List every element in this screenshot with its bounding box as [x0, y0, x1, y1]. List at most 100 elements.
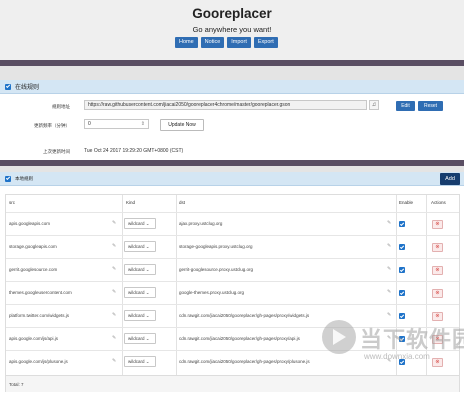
rule-src: apis.google.com/js/plusone.js [9, 359, 68, 364]
table-row: apis.googleapis.com ✎ wildcard ⌄ ajax.pr… [6, 212, 459, 235]
enable-checkbox[interactable] [399, 290, 405, 296]
edit-pencil-icon[interactable]: ✎ [387, 266, 391, 272]
rule-dst: storage-googleapis.proxy.ustclug.org [179, 244, 253, 249]
rule-src: platform.twitter.com/widgets.js [9, 313, 70, 318]
enable-checkbox[interactable] [399, 244, 405, 250]
enable-checkbox[interactable] [399, 221, 405, 227]
rule-src: gerrit.googlesource.com [9, 267, 58, 272]
kind-value: wildcard [128, 267, 145, 272]
delete-icon[interactable]: ⊗ [432, 358, 443, 367]
kind-value: wildcard [128, 336, 145, 341]
delete-icon[interactable]: ⊗ [432, 312, 443, 321]
table-row: gerrit.googlesource.com ✎ wildcard ⌄ ger… [6, 258, 459, 281]
column-header-kind: Kind [126, 200, 136, 205]
local-rules-checkbox[interactable] [5, 175, 11, 182]
rule-src: apis.googleapis.com [9, 221, 51, 226]
nav-import-button[interactable]: Import [227, 37, 251, 48]
kind-value: wildcard [128, 221, 145, 226]
rule-url-label: 规则地址 [52, 104, 70, 109]
edit-pencil-icon[interactable]: ✎ [387, 220, 391, 226]
add-rule-button[interactable]: Add [440, 173, 460, 185]
table-row: storage.googleapis.com ✎ wildcard ⌄ stor… [6, 235, 459, 258]
nav-home-button[interactable]: Home [175, 37, 198, 48]
app-header: Gooreplacer Go anywhere you want! Home N… [0, 0, 464, 60]
freq-label: 更新频率（分钟） [34, 123, 70, 128]
online-rules-header: 在线规则 [0, 80, 464, 94]
online-rules-checkbox[interactable] [5, 83, 11, 90]
delete-icon[interactable]: ⊗ [432, 289, 443, 298]
rule-src: storage.googleapis.com [9, 244, 57, 249]
edit-pencil-icon[interactable]: ✎ [112, 220, 116, 226]
kind-value: wildcard [128, 359, 145, 364]
rule-src: themes.googleusercontent.com [9, 290, 72, 295]
edit-pencil-icon[interactable]: ✎ [112, 358, 116, 364]
kind-select[interactable]: wildcard ⌄ [124, 356, 156, 367]
kind-value: wildcard [128, 290, 145, 295]
rule-dst: google-themes.proxy.ustclug.org [179, 290, 244, 295]
chevron-down-icon: ⌄ [145, 336, 150, 341]
edit-pencil-icon[interactable]: ✎ [112, 312, 116, 318]
rule-dst: gerrit-googlesource.proxy.ustclug.org [179, 267, 253, 272]
freq-value: 0 [88, 121, 91, 127]
enable-checkbox[interactable] [399, 267, 405, 273]
last-update-label: 上次更新时间 [43, 149, 70, 154]
kind-select[interactable]: wildcard ⌄ [124, 310, 156, 321]
kind-value: wildcard [128, 244, 145, 249]
enable-checkbox[interactable] [399, 313, 405, 319]
reset-button[interactable]: Reset [418, 101, 443, 111]
kind-select[interactable]: wildcard ⌄ [124, 264, 156, 275]
local-rules-title: 本地规则 [15, 175, 33, 181]
chevron-down-icon: ⌄ [145, 221, 150, 226]
delete-icon[interactable]: ⊗ [432, 243, 443, 252]
watermark-text: 当下软件园 [360, 327, 464, 352]
chevron-down-icon: ⌄ [145, 290, 150, 295]
update-now-button[interactable]: Update Now [160, 119, 204, 131]
delete-icon[interactable]: ⊗ [432, 220, 443, 229]
edit-pencil-icon[interactable]: ✎ [387, 243, 391, 249]
app-title: Gooreplacer [192, 6, 272, 21]
app-subtitle: Go anywhere you want! [192, 25, 272, 34]
edit-pencil-icon[interactable]: ✎ [112, 266, 116, 272]
rule-dst: cdn.rawgit.com/jiacai2050/gooreplacer/gh… [179, 359, 310, 364]
rule-dst: cdn.rawgit.com/jiacai2050/gooreplacer/gh… [179, 313, 310, 318]
chevron-down-icon: ⌄ [145, 244, 150, 249]
column-header-src: src [9, 200, 15, 205]
chevron-down-icon: ⌄ [145, 313, 150, 318]
edit-pencil-icon[interactable]: ✎ [112, 289, 116, 295]
chevron-down-icon: ⌄ [145, 359, 150, 364]
last-update-value: Tue Oct 24 2017 19:29:20 GMT+0800 (CST) [84, 148, 184, 154]
table-row: themes.googleusercontent.com ✎ wildcard … [6, 281, 459, 304]
edit-pencil-icon[interactable]: ✎ [387, 312, 391, 318]
watermark-url: www.downxia.com [364, 352, 430, 361]
edit-pencil-icon[interactable]: ✎ [387, 289, 391, 295]
chevron-down-icon: ⌄ [145, 267, 150, 272]
local-rules-header: 本地规则 [0, 172, 464, 186]
section-spacer [0, 66, 464, 80]
kind-select[interactable]: wildcard ⌄ [124, 241, 156, 252]
column-header-enable: Enable [399, 200, 414, 205]
watermark-play-logo-icon [322, 320, 356, 354]
kind-value: wildcard [128, 313, 145, 318]
table-footer: Total: 7 [6, 375, 459, 392]
freq-select[interactable]: 0 ⇕ [84, 119, 149, 129]
kind-select[interactable]: wildcard ⌄ [124, 333, 156, 344]
rules-table: src Kind dst Enable Actions apis.googlea… [5, 194, 460, 392]
music-note-icon[interactable]: ♫ [369, 100, 379, 110]
nav-notice-button[interactable]: Notice [200, 37, 225, 48]
total-count: Total: 7 [9, 382, 24, 387]
top-nav: Home Notice Import Export [175, 37, 278, 48]
edit-button[interactable]: Edit [396, 101, 415, 111]
nav-export-button[interactable]: Export [253, 37, 278, 48]
column-header-dst: dst [179, 200, 186, 205]
delete-icon[interactable]: ⊗ [432, 266, 443, 275]
chevron-updown-icon: ⇕ [140, 121, 145, 127]
edit-pencil-icon[interactable]: ✎ [112, 243, 116, 249]
kind-select[interactable]: wildcard ⌄ [124, 287, 156, 298]
rule-url-input[interactable]: https://raw.githubusercontent.com/jiacai… [84, 100, 367, 110]
edit-pencil-icon[interactable]: ✎ [112, 335, 116, 341]
column-header-actions: Actions [431, 200, 446, 205]
online-rules-title: 在线规则 [15, 85, 40, 91]
rule-dst: ajax.proxy.ustclug.org [179, 221, 223, 226]
kind-select[interactable]: wildcard ⌄ [124, 218, 156, 229]
rule-src: apis.google.com/js/api.js [9, 336, 59, 341]
